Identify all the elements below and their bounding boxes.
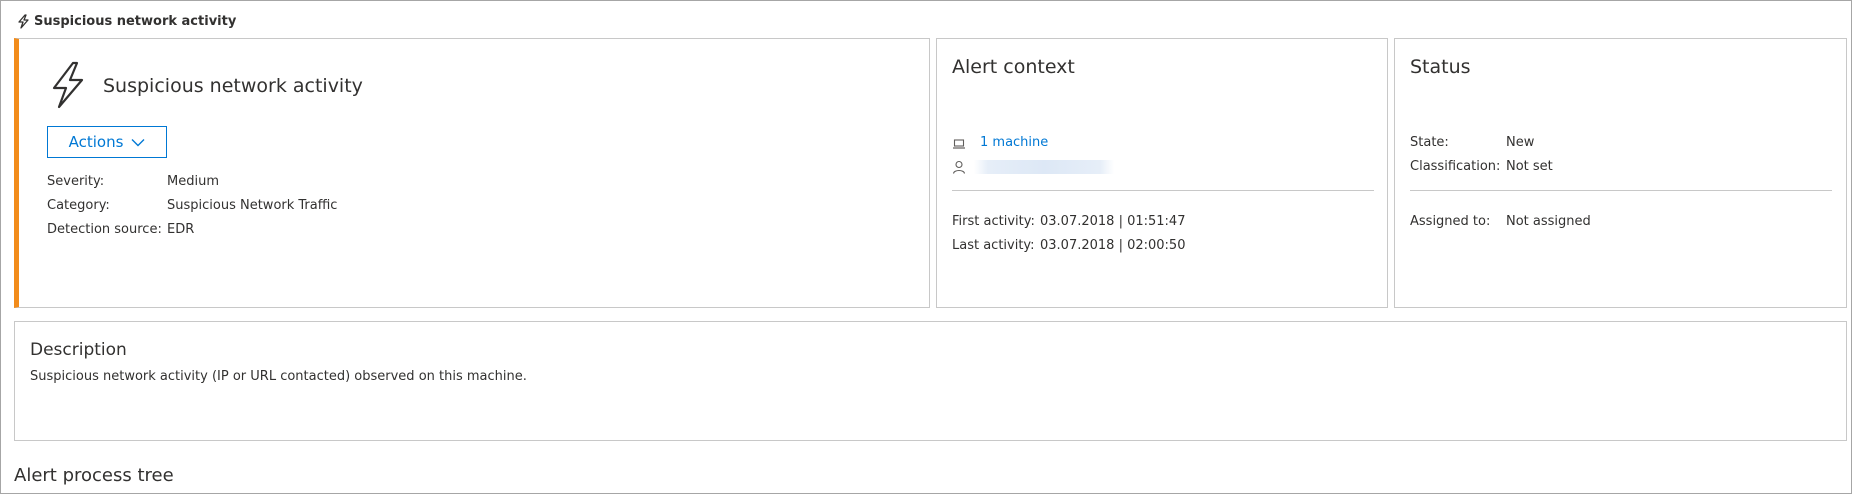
alert-summary-card: Suspicious network activity Actions Seve…: [14, 38, 930, 308]
last-activity-value: 03.07.2018 | 02:00:50: [1040, 238, 1186, 253]
classification-value[interactable]: Not set: [1506, 159, 1553, 174]
first-activity-value: 03.07.2018 | 01:51:47: [1040, 214, 1186, 229]
lightning-icon: [18, 13, 29, 29]
description-title: Description: [30, 340, 127, 360]
alert-title: Suspicious network activity: [103, 75, 363, 97]
severity-value: Medium: [167, 174, 219, 189]
severity-row: Severity:: [47, 174, 104, 189]
process-tree-title: Alert process tree: [14, 465, 174, 486]
lightning-icon: [52, 61, 84, 109]
context-divider: [952, 190, 1374, 191]
last-activity-label: Last activity:: [952, 238, 1035, 253]
machine-link[interactable]: 1 machine: [980, 135, 1048, 150]
alert-page: Suspicious network activity Suspicious n…: [0, 0, 1852, 494]
user-icon: [952, 160, 966, 174]
status-card: Status State: New Classification: Not se…: [1394, 38, 1847, 308]
first-activity-label: First activity:: [952, 214, 1035, 229]
severity-label: Severity:: [47, 174, 105, 189]
detection-source-row: Detection source:: [47, 222, 162, 237]
chevron-down-icon: [131, 138, 145, 146]
alert-context-title: Alert context: [952, 56, 1075, 78]
alert-context-card: Alert context 1 machine First activity: …: [936, 38, 1388, 308]
state-value[interactable]: New: [1506, 135, 1534, 150]
category-value: Suspicious Network Traffic: [167, 198, 338, 213]
page-header-title: Suspicious network activity: [34, 13, 237, 29]
detection-source-value: EDR: [167, 222, 195, 237]
status-divider: [1410, 190, 1832, 191]
laptop-icon: [953, 139, 965, 149]
actions-dropdown-button[interactable]: Actions: [47, 126, 167, 158]
classification-label: Classification:: [1410, 159, 1501, 174]
state-label: State:: [1410, 135, 1449, 150]
category-row: Category:: [47, 198, 110, 213]
page-header: Suspicious network activity: [17, 12, 236, 30]
description-text: Suspicious network activity (IP or URL c…: [30, 369, 527, 384]
redacted-user: [974, 160, 1114, 174]
category-label: Category:: [47, 198, 110, 213]
assigned-to-label: Assigned to:: [1410, 214, 1491, 229]
detection-source-label: Detection source:: [47, 222, 162, 237]
status-title: Status: [1410, 56, 1471, 78]
actions-label: Actions: [68, 133, 124, 151]
assigned-to-value[interactable]: Not assigned: [1506, 214, 1591, 229]
description-card: Description Suspicious network activity …: [14, 321, 1847, 441]
